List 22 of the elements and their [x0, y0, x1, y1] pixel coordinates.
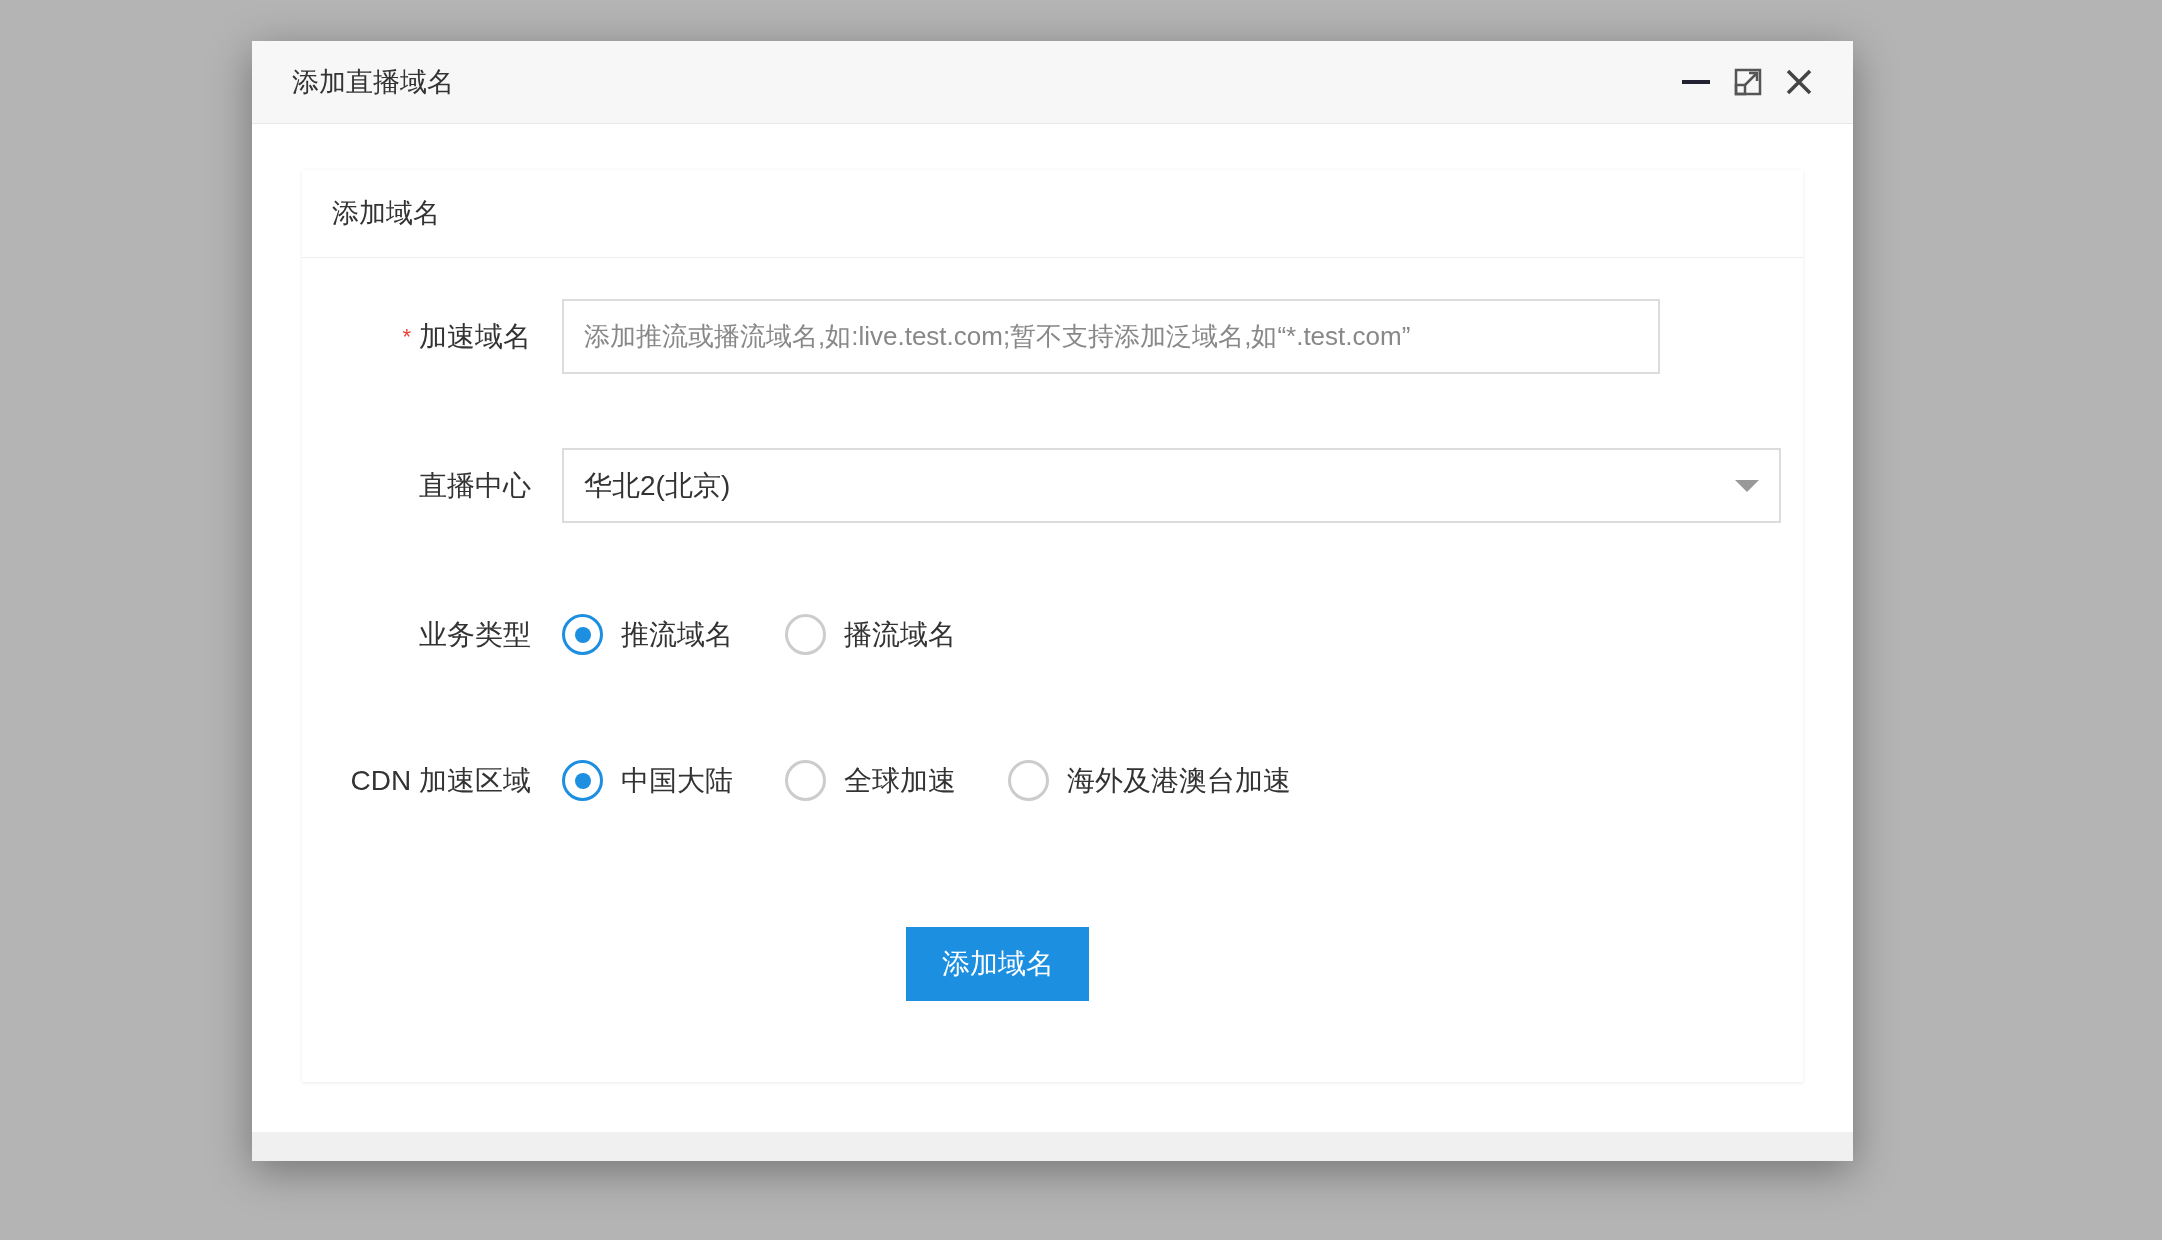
- radio-option[interactable]: 海外及港澳台加速: [1008, 759, 1291, 802]
- radio-button[interactable]: [785, 760, 826, 801]
- field-label: 加速域名: [419, 319, 531, 354]
- radio-button[interactable]: [785, 614, 826, 655]
- field-label: 直播中心: [419, 468, 531, 503]
- close-icon[interactable]: [1785, 68, 1813, 96]
- domain-input-field[interactable]: 添加推流或播流域名,如:live.test.com;暂不支持添加泛域名,如“*.test.com”: [562, 299, 1660, 374]
- radio-button[interactable]: [562, 760, 603, 801]
- radio-option[interactable]: 中国大陆: [562, 759, 733, 802]
- card-title: 添加域名: [332, 197, 440, 231]
- radio-button[interactable]: [562, 614, 603, 655]
- dropdown-field[interactable]: 华北2(北京): [562, 448, 1781, 523]
- radio-option[interactable]: 播流域名: [785, 613, 956, 656]
- dialog-title: 添加直播域名: [292, 65, 455, 99]
- field-label: CDN 加速区域: [350, 763, 531, 798]
- radio-option[interactable]: 全球加速: [785, 759, 956, 802]
- radio-button[interactable]: [1008, 760, 1049, 801]
- required-asterisk: *: [402, 323, 411, 351]
- caret-icon: [1735, 479, 1759, 492]
- field-label: 业务类型: [419, 617, 531, 652]
- maximize-icon[interactable]: [1733, 67, 1763, 97]
- radio-option[interactable]: 推流域名: [562, 613, 733, 656]
